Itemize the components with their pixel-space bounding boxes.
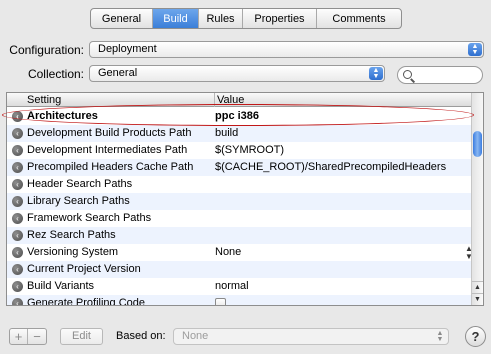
table-row[interactable]: ‹ Versioning System None ▲ ▼ (7, 244, 473, 261)
table-row[interactable]: ‹ Rez Search Paths (7, 227, 472, 244)
table-row[interactable]: ‹ Development Intermediates Path $(SYMRO… (7, 142, 472, 159)
popup-arrows-icon: ▲ ▼ (468, 43, 482, 56)
setting-name: Development Intermediates Path (27, 144, 188, 156)
setting-value[interactable]: normal (215, 278, 249, 295)
scrollbar-thumb[interactable] (473, 131, 482, 157)
tab-bar: General Build Rules Properties Comments (90, 8, 402, 29)
build-settings-table: Setting Value ‹ Architectures ppc i386 ‹… (6, 92, 484, 306)
popup-arrows-icon: ▲ ▼ (436, 330, 444, 343)
setting-name: Build Variants (27, 280, 95, 292)
column-header-setting[interactable]: Setting (27, 94, 61, 106)
based-on-popup[interactable]: None ▲ ▼ (173, 328, 449, 345)
info-icon[interactable]: ‹ (12, 111, 23, 122)
collection-label: Collection: (27, 67, 84, 81)
table-row[interactable]: ‹ Header Search Paths (7, 176, 472, 193)
table-row[interactable]: ‹ Generate Profiling Code (7, 295, 472, 306)
info-icon[interactable]: ‹ (12, 213, 23, 224)
info-icon[interactable]: ‹ (12, 230, 23, 241)
info-icon[interactable]: ‹ (12, 264, 23, 275)
scroll-up-icon[interactable]: ▲ (472, 281, 483, 293)
setting-value[interactable]: None (215, 244, 241, 261)
setting-name: Generate Profiling Code (27, 297, 146, 306)
scroll-down-icon[interactable]: ▼ (472, 293, 483, 305)
tab-rules[interactable]: Rules (199, 9, 243, 28)
table-row[interactable]: ‹ Framework Search Paths (7, 210, 472, 227)
table-row[interactable]: ‹ Development Build Products Path build (7, 125, 472, 142)
column-header-value[interactable]: Value (214, 93, 244, 107)
table-row[interactable]: ‹ Build Variants normal (7, 278, 472, 295)
help-button[interactable]: ? (465, 326, 486, 347)
info-icon[interactable]: ‹ (12, 162, 23, 173)
setting-name: Versioning System (27, 246, 119, 258)
info-icon[interactable]: ‹ (12, 179, 23, 190)
setting-name: Architectures (27, 110, 98, 122)
info-icon[interactable]: ‹ (12, 281, 23, 292)
info-icon[interactable]: ‹ (12, 145, 23, 156)
table-header: Setting Value (7, 93, 472, 107)
info-icon[interactable]: ‹ (12, 196, 23, 207)
setting-value[interactable]: $(CACHE_ROOT)/SharedPrecompiledHeaders (215, 159, 446, 176)
search-icon (403, 70, 412, 79)
tab-general[interactable]: General (91, 9, 153, 28)
info-icon[interactable]: ‹ (12, 247, 23, 258)
setting-name: Current Project Version (27, 263, 141, 275)
table-row[interactable]: ‹ Architectures ppc i386 (7, 108, 472, 125)
add-button[interactable]: + (10, 329, 28, 344)
info-icon[interactable]: ‹ (12, 298, 23, 305)
table-body: ‹ Architectures ppc i386 ‹ Development B… (7, 108, 473, 306)
remove-button[interactable]: − (28, 329, 46, 344)
popup-arrows-icon: ▲ ▼ (369, 67, 383, 80)
configuration-label: Configuration: (9, 43, 84, 57)
setting-name: Rez Search Paths (27, 229, 116, 241)
configuration-popup[interactable]: Deployment ▲ ▼ (89, 41, 484, 58)
configuration-value: Deployment (98, 43, 157, 55)
collection-popup[interactable]: General ▲ ▼ (89, 65, 385, 82)
bottom-bar: + − Edit Based on: None ▲ ▼ ? (0, 318, 491, 354)
setting-name: Precompiled Headers Cache Path (27, 161, 194, 173)
table-row[interactable]: ‹ Precompiled Headers Cache Path $(CACHE… (7, 159, 472, 176)
generate-profiling-code-checkbox[interactable] (215, 298, 226, 305)
table-row[interactable]: ‹ Current Project Version (7, 261, 472, 278)
based-on-value: None (182, 330, 209, 342)
table-row[interactable]: ‹ Library Search Paths (7, 193, 472, 210)
collection-value: General (98, 67, 138, 79)
setting-name: Library Search Paths (27, 195, 130, 207)
setting-name: Framework Search Paths (27, 212, 152, 224)
tab-comments[interactable]: Comments (317, 9, 401, 28)
edit-button[interactable]: Edit (60, 328, 103, 345)
setting-value[interactable]: ppc i386 (215, 108, 259, 125)
setting-name: Development Build Products Path (27, 127, 192, 139)
tab-properties[interactable]: Properties (243, 9, 317, 28)
setting-name: Header Search Paths (27, 178, 133, 190)
setting-value[interactable]: $(SYMROOT) (215, 142, 284, 159)
based-on-label: Based on: (116, 330, 166, 342)
info-icon[interactable]: ‹ (12, 128, 23, 139)
vertical-scrollbar[interactable]: ▲ ▼ (471, 93, 483, 305)
setting-value[interactable]: build (215, 125, 238, 142)
tab-build[interactable]: Build (153, 9, 199, 28)
add-remove-segmented-control: + − (9, 328, 47, 345)
search-input[interactable] (397, 66, 483, 84)
